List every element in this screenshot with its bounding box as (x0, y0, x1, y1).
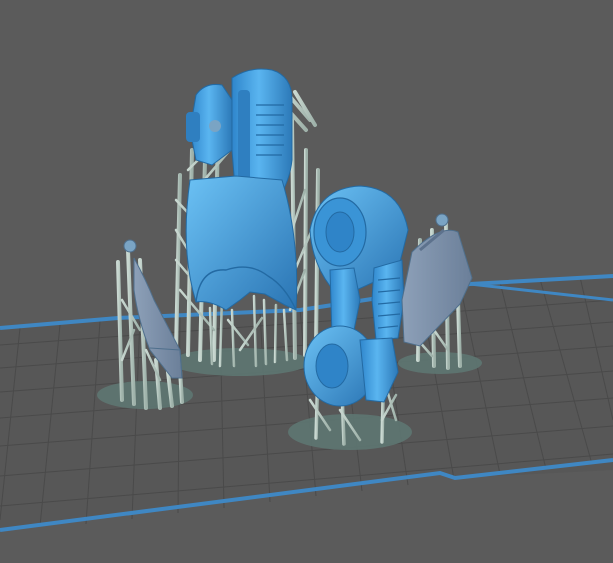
armor-torso[interactable] (185, 68, 298, 311)
3d-viewport[interactable] (0, 0, 613, 563)
armor-shoulder[interactable] (303, 185, 409, 407)
